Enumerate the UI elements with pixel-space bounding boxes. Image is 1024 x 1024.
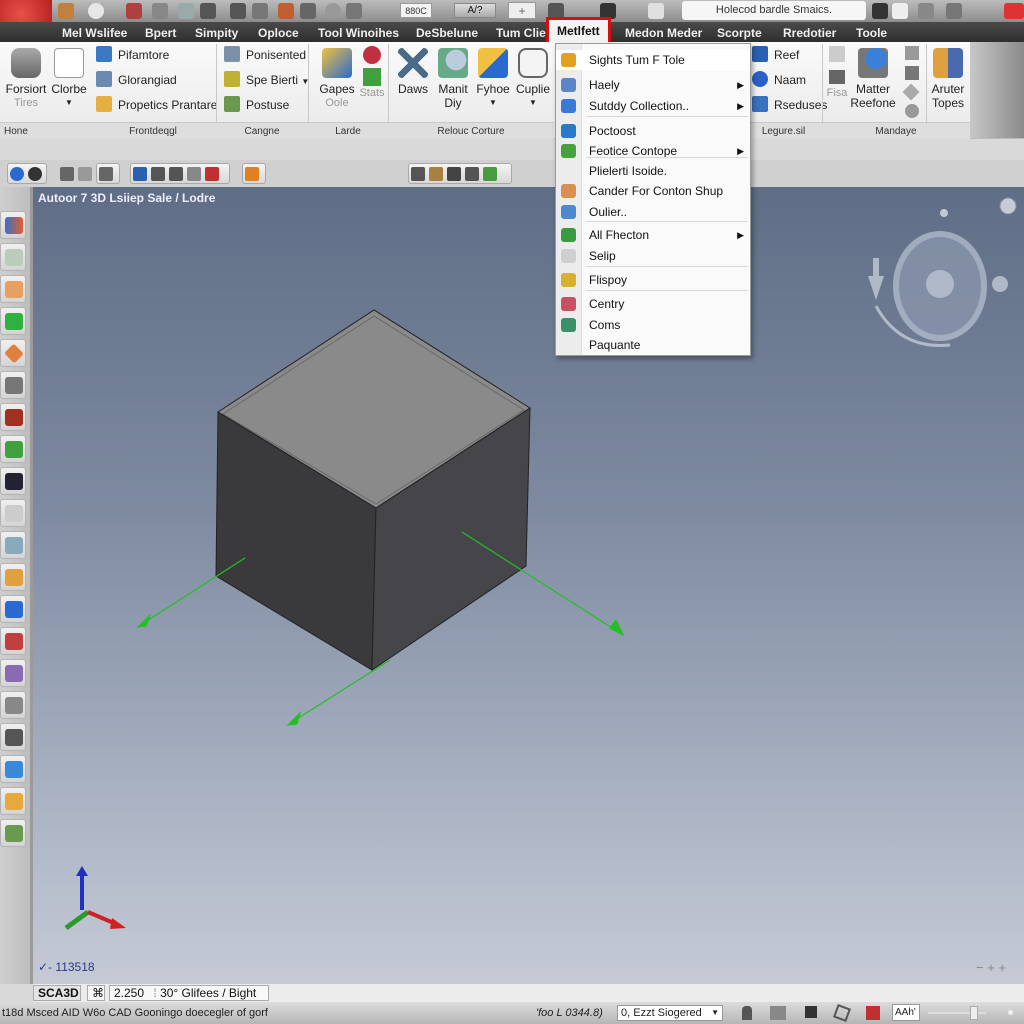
chart-icon — [561, 318, 576, 332]
menu-item[interactable]: Paquante — [556, 335, 750, 355]
orbit-center-icon[interactable] — [926, 270, 954, 298]
arrowhead-icon — [136, 614, 151, 628]
menu-item-label: Feotice Contope — [589, 144, 678, 158]
menu-item-label: Sights Tum F Tole — [589, 53, 685, 67]
menu-item-label: All Fhecton — [589, 228, 650, 242]
menu-separator — [586, 221, 748, 222]
globe-icon — [561, 124, 576, 138]
menu-item-label: Plielerti Isoide. — [589, 164, 668, 178]
menu-item[interactable]: All Fhecton ▶ — [556, 225, 750, 245]
dropdown-menu: Sights Tum F Tole Haely ▶ Sutddy Collection… — [555, 43, 751, 356]
image-icon — [561, 273, 576, 287]
menu-item-label: Paquante — [589, 338, 641, 352]
menu-item[interactable]: Plielerti Isoide. — [556, 161, 750, 181]
submenu-arrow-icon: ▶ — [737, 101, 744, 111]
shapes-icon — [561, 144, 576, 158]
status-message: t18d Msced AID W6o CAD Gooningo doecegle… — [2, 1007, 268, 1019]
bottom-status-bar: t18d Msced AID W6o CAD Gooningo doecegle… — [0, 1002, 1024, 1024]
menu-item-label: Cander For Conton Shup — [589, 184, 724, 198]
menu-item-label: Selip — [589, 249, 616, 263]
cloud-icon — [561, 205, 576, 219]
menu-item-label: Flispoy — [589, 273, 628, 287]
menu-separator — [586, 290, 748, 291]
annotation-icon[interactable] — [833, 1004, 851, 1022]
arrowhead-icon — [609, 618, 625, 637]
flag-icon — [561, 297, 576, 311]
scene-overlay — [64, 197, 1017, 931]
stamp-icon[interactable] — [742, 1006, 752, 1020]
viewport-zoom-controls[interactable]: − + + — [976, 960, 1006, 975]
box-icon — [561, 249, 576, 263]
submenu-arrow-icon: ▶ — [737, 80, 744, 90]
menu-separator — [586, 157, 748, 158]
dimension-arrow-bottom[interactable] — [291, 659, 391, 723]
window-icon[interactable] — [866, 1006, 880, 1020]
dimension-arrow-left[interactable] — [141, 557, 246, 625]
status-view: 30° Glifees / Bight — [160, 986, 257, 1000]
submenu-arrow-icon: ▶ — [737, 230, 744, 240]
download-icon — [561, 228, 576, 242]
menu-item[interactable]: Flispoy — [556, 270, 750, 290]
menu-item[interactable]: Coms — [556, 315, 750, 335]
coord-readout: ✓- 113518 — [38, 960, 95, 974]
cube-model[interactable] — [215, 309, 531, 671]
menu-item-label: Centry — [589, 297, 625, 311]
menu-item[interactable]: Cander For Conton Shup — [556, 181, 750, 201]
x-arrow-icon — [110, 918, 126, 929]
menu-item-label: Poctoost — [589, 124, 636, 138]
arrowhead-icon — [286, 710, 302, 726]
arrow-down-stem — [873, 258, 879, 278]
coord-readout-value: 113518 — [55, 960, 95, 974]
home-view-icon[interactable] — [999, 197, 1017, 215]
gear-icon — [561, 53, 576, 67]
status-combo-box[interactable]: 0, Ezzt Siogered ▼ — [617, 1005, 723, 1021]
menu-item[interactable]: Poctoost — [556, 121, 750, 141]
lock-icon: ⁞ — [153, 986, 157, 1000]
status-text-field[interactable]: AAh' — [892, 1004, 920, 1021]
view-cube-navigator[interactable] — [868, 197, 1017, 348]
menu-item-label: Sutddy Collection.. — [589, 99, 690, 113]
menu-item[interactable]: Sights Tum F Tole — [556, 50, 750, 70]
menu-item[interactable]: Sutddy Collection.. ▶ — [556, 96, 750, 116]
menu-item-label: Haely — [589, 78, 620, 92]
arrow-down-icon[interactable] — [868, 276, 884, 300]
menu-item[interactable]: Feotice Contope ▶ — [556, 141, 750, 161]
menu-item-label: Oulier.. — [589, 205, 628, 219]
menu-separator — [586, 116, 748, 117]
figure-icon — [561, 78, 576, 92]
status-value-cell: 2.250 ⁞ 30° Glifees / Bight — [109, 985, 269, 1001]
status-coordinates: 'foo L 0344.8) — [536, 1007, 603, 1019]
status-slider-thumb[interactable] — [970, 1006, 978, 1020]
command-status-bar: SCA3D ⌘ 2.250 ⁞ 30° Glifees / Bight — [33, 984, 1024, 1002]
light-dot-icon — [940, 209, 948, 217]
grid-icon[interactable] — [770, 1006, 786, 1020]
sparkle-icon — [561, 184, 576, 198]
mode-indicator[interactable]: SCA3D — [33, 985, 81, 1001]
menu-separator — [586, 266, 748, 267]
menu-item[interactable]: Oulier.. — [556, 202, 750, 222]
menu-item-label: Coms — [589, 318, 621, 332]
menu-item[interactable]: Haely ▶ — [556, 75, 750, 95]
menu-item[interactable]: Selip — [556, 246, 750, 266]
layers-icon[interactable] — [805, 1006, 817, 1018]
snap-toggle-icon[interactable]: ⌘ — [87, 985, 105, 1001]
status-dot-icon[interactable] — [1008, 1010, 1013, 1015]
status-combo-value: 0, Ezzt Siogered — [621, 1007, 702, 1019]
menu-item[interactable]: Centry — [556, 294, 750, 314]
z-arrow-icon — [76, 866, 88, 876]
submenu-arrow-icon: ▶ — [737, 146, 744, 156]
check-icon: ✓- — [38, 960, 53, 974]
chevron-down-icon: ▼ — [711, 1008, 719, 1017]
cube-icon — [561, 99, 576, 113]
status-value: 2.250 — [114, 986, 145, 1000]
axis-triad — [64, 866, 126, 931]
zoom-navigator-icon[interactable] — [992, 276, 1008, 292]
y-axis — [64, 909, 90, 931]
